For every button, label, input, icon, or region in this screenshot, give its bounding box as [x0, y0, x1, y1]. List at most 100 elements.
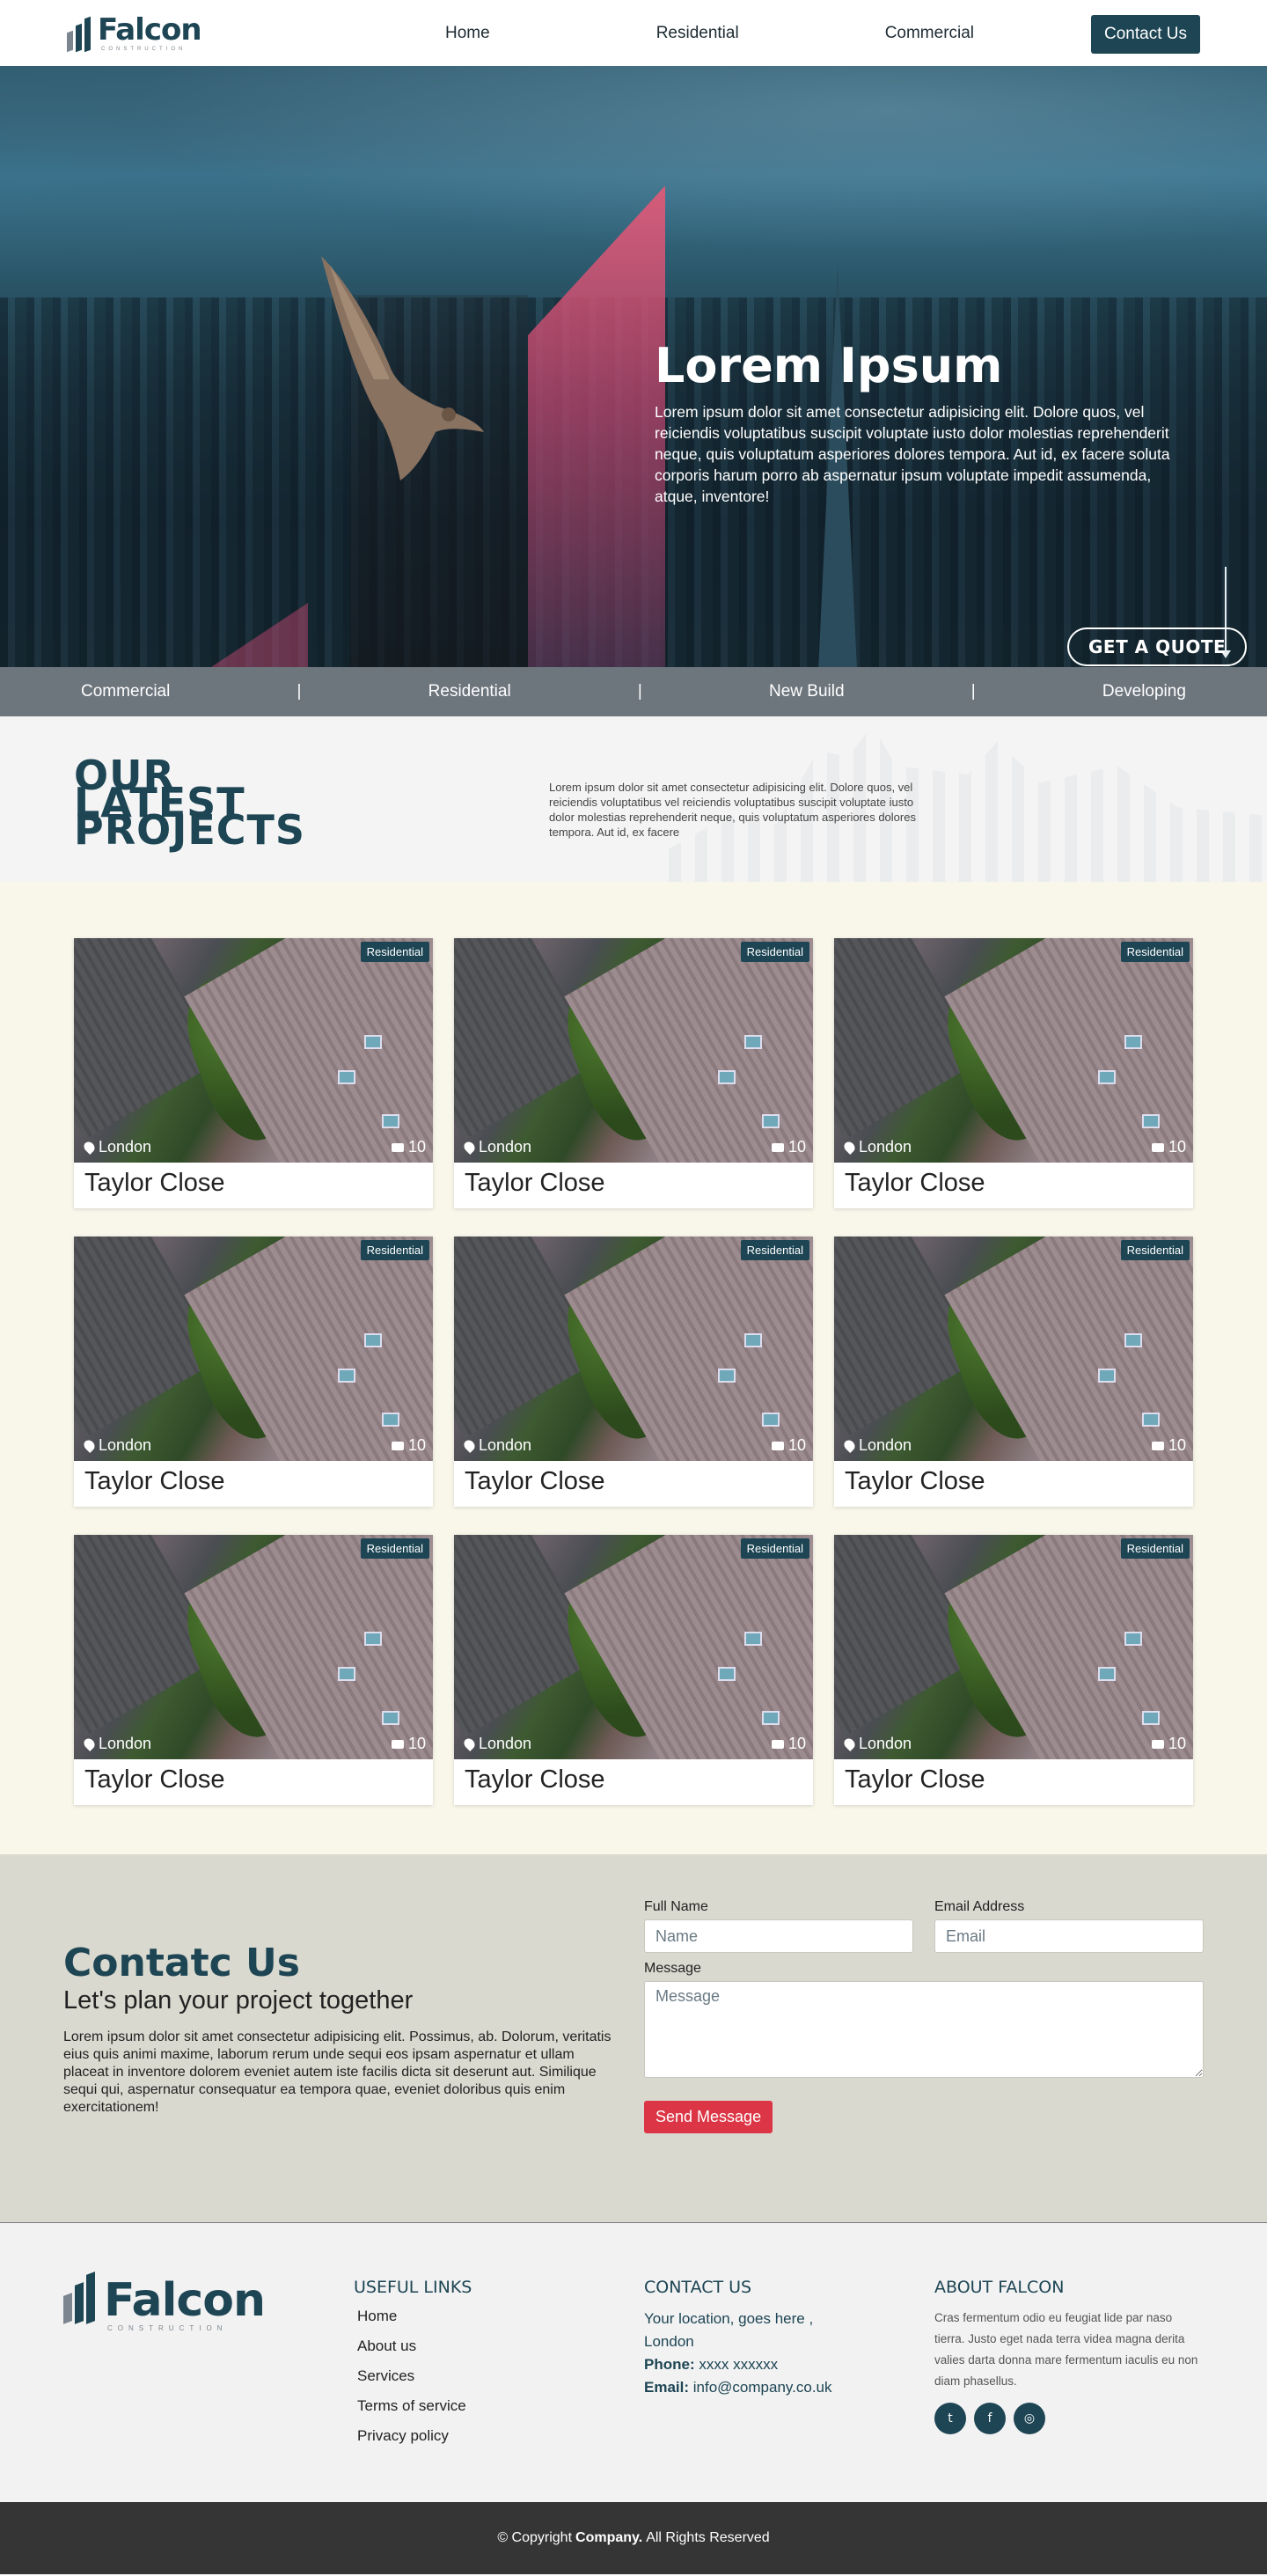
footer-link-home[interactable]: Home — [354, 2308, 472, 2325]
project-card[interactable]: Residential London 10 Taylor Close — [74, 1237, 433, 1507]
project-location: London — [462, 1138, 532, 1156]
project-location-text: London — [479, 1138, 532, 1156]
twitter-icon[interactable]: t — [934, 2403, 966, 2434]
falcon-logo[interactable]: Falcon CONSTRUCTION — [67, 15, 216, 52]
project-photo-count-text: 10 — [787, 1138, 806, 1156]
project-photo-count: 10 — [1151, 1436, 1186, 1455]
project-image[interactable]: Residential London 10 — [834, 1535, 1193, 1759]
footer-logo[interactable]: Falcon CONSTRUCTION — [63, 2271, 266, 2332]
project-title[interactable]: Taylor Close — [74, 1461, 433, 1507]
project-title[interactable]: Taylor Close — [454, 1163, 813, 1208]
project-image[interactable]: Residential London 10 — [454, 1237, 813, 1461]
project-title[interactable]: Taylor Close — [74, 1163, 433, 1208]
project-location: London — [842, 1735, 912, 1753]
logo-name: Falcon — [98, 11, 202, 48]
email-address-input[interactable] — [934, 1919, 1204, 1953]
category-developing[interactable]: Developing — [1102, 682, 1186, 701]
camera-icon — [391, 1739, 404, 1749]
projects-section: Residential London 10 Taylor Close Resid… — [0, 882, 1267, 1854]
project-title[interactable]: Taylor Close — [834, 1759, 1193, 1805]
full-name-input[interactable] — [644, 1919, 913, 1953]
project-image[interactable]: Residential London 10 — [74, 938, 433, 1163]
project-image[interactable]: Residential London 10 — [834, 1237, 1193, 1461]
contact-title: Contatc Us — [63, 1941, 300, 1985]
copyright-suffix: All Rights Reserved — [646, 2530, 770, 2545]
project-card[interactable]: Residential London 10 Taylor Close — [454, 1535, 813, 1805]
hero-banner: Lorem Ipsum Lorem ipsum dolor sit amet c… — [0, 66, 1267, 667]
project-card[interactable]: Residential London 10 Taylor Close — [74, 1535, 433, 1805]
footer-link-terms-of-service[interactable]: Terms of service — [354, 2397, 472, 2415]
facebook-icon[interactable]: f — [974, 2403, 1006, 2434]
project-image[interactable]: Residential London 10 — [74, 1535, 433, 1759]
message-label: Message — [644, 1961, 701, 1976]
project-photo-count: 10 — [391, 1436, 426, 1455]
category-separator: | — [297, 682, 302, 701]
category-new-build[interactable]: New Build — [769, 682, 845, 701]
send-message-button[interactable]: Send Message — [644, 2101, 773, 2133]
about-text: Cras fermentum odio eu feugiat lide par … — [934, 2311, 1198, 2388]
message-textarea[interactable] — [644, 1981, 1204, 2078]
footer-contact-us: CONTACT US Your location, goes here , Lo… — [644, 2278, 846, 2399]
email-label: Email: — [644, 2379, 690, 2396]
project-image[interactable]: Residential London 10 — [834, 938, 1193, 1163]
project-photo-count-text: 10 — [407, 1138, 426, 1156]
category-residential[interactable]: Residential — [428, 682, 511, 701]
project-title[interactable]: Taylor Close — [834, 1461, 1193, 1507]
project-title[interactable]: Taylor Close — [454, 1461, 813, 1507]
contact-description: Lorem ipsum dolor sit amet consectetur a… — [63, 2029, 612, 2115]
get-a-quote-button[interactable]: GET A QUOTE — [1067, 627, 1248, 666]
project-card[interactable]: Residential London 10 Taylor Close — [834, 1535, 1193, 1805]
email-value[interactable]: info@company.co.uk — [693, 2379, 832, 2396]
useful-links-heading: USEFUL LINKS — [354, 2278, 472, 2297]
copyright-company: Company. — [575, 2530, 643, 2545]
project-image[interactable]: Residential London 10 — [454, 1535, 813, 1759]
footer-link-privacy-policy[interactable]: Privacy policy — [354, 2427, 472, 2445]
hero-title: Lorem Ipsum — [655, 338, 1003, 393]
footer-link-about-us[interactable]: About us — [354, 2337, 472, 2355]
project-card[interactable]: Residential London 10 Taylor Close — [74, 938, 433, 1208]
footer-link-services[interactable]: Services — [354, 2367, 472, 2385]
project-card[interactable]: Residential London 10 Taylor Close — [454, 1237, 813, 1507]
project-card[interactable]: Residential London 10 Taylor Close — [454, 938, 813, 1208]
location-pin-icon — [462, 1438, 477, 1453]
instagram-icon[interactable]: ◎ — [1014, 2403, 1045, 2434]
social-links: t f ◎ — [934, 2403, 1204, 2434]
camera-icon — [1151, 1441, 1164, 1450]
contact-section: Contatc Us Let's plan your project toget… — [0, 1854, 1267, 2222]
project-location-text: London — [479, 1735, 532, 1752]
project-image[interactable]: Residential London 10 — [454, 938, 813, 1163]
project-category-badge: Residential — [1120, 1240, 1190, 1260]
contact-us-button[interactable]: Contact Us — [1091, 15, 1200, 54]
project-card[interactable]: Residential London 10 Taylor Close — [834, 1237, 1193, 1507]
project-location: London — [82, 1436, 151, 1455]
location-pin-icon — [842, 1438, 857, 1453]
camera-icon — [771, 1142, 784, 1152]
phone-value[interactable]: xxxx xxxxxx — [699, 2356, 778, 2373]
project-title[interactable]: Taylor Close — [454, 1759, 813, 1805]
project-title[interactable]: Taylor Close — [74, 1759, 433, 1805]
footer-phone: Phone: xxxx xxxxxx — [644, 2353, 846, 2376]
nav-link-commercial[interactable]: Commercial — [885, 24, 974, 43]
hero-description: Lorem ipsum dolor sit amet consectetur a… — [655, 403, 1170, 505]
project-location: London — [462, 1735, 532, 1753]
nav-link-residential[interactable]: Residential — [656, 24, 739, 43]
nav-links: Home Residential Commercial — [445, 24, 974, 43]
project-title[interactable]: Taylor Close — [834, 1163, 1193, 1208]
camera-icon — [771, 1739, 784, 1749]
footer-logo-name: Falcon — [104, 2274, 266, 2327]
footer-useful-links: USEFUL LINKS Home About us Services Term… — [354, 2278, 472, 2457]
project-category-badge: Residential — [740, 942, 809, 962]
project-location: London — [842, 1138, 912, 1156]
logo-mark-icon — [67, 16, 91, 52]
project-card[interactable]: Residential London 10 Taylor Close — [834, 938, 1193, 1208]
camera-icon — [771, 1441, 784, 1450]
project-image[interactable]: Residential London 10 — [74, 1237, 433, 1461]
category-separator: | — [970, 682, 976, 701]
email-address-label: Email Address — [934, 1899, 1025, 1914]
nav-link-home[interactable]: Home — [445, 24, 490, 43]
project-photo-count-text: 10 — [1168, 1138, 1186, 1156]
falcon-bird-image — [321, 256, 484, 481]
project-category-badge: Residential — [740, 1538, 809, 1559]
project-photo-count: 10 — [1151, 1735, 1186, 1753]
category-commercial[interactable]: Commercial — [81, 682, 170, 701]
